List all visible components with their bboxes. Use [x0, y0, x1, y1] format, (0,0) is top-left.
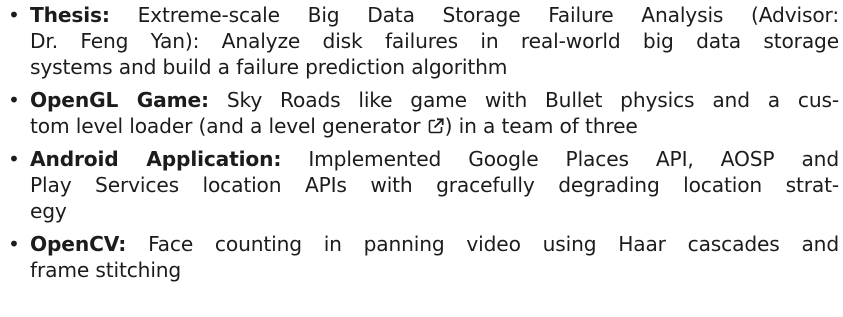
bullet: •: [8, 146, 20, 171]
item-text: Sky Roads like game with Bullet physics …: [226, 87, 839, 112]
project-list: • Thesis: Extreme-scale Big Data Storage…: [0, 2, 843, 289]
list-item-opengl-game: • OpenGL Game: Sky Roads like game with …: [0, 87, 843, 139]
list-item-android-application: • Android Application: Implemented Googl…: [0, 146, 843, 224]
item-term: OpenGL Game:: [30, 87, 209, 112]
item-term: Android Application:: [30, 146, 282, 171]
item-line: Dr. Feng Yan): Analyze disk failures in …: [30, 29, 839, 54]
item-line: Android Application: Implemented Google …: [30, 146, 839, 172]
item-line: egy: [30, 198, 67, 223]
list-item-opencv: • OpenCV: Face counting in panning video…: [0, 231, 843, 283]
item-text: ) in a team of three: [444, 113, 638, 138]
item-text: tom level loader (and a level generator: [30, 113, 421, 138]
item-line: frame stitching: [30, 257, 182, 282]
item-text: Extreme-scale Big Data Storage Failure A…: [137, 3, 840, 27]
bullet: •: [8, 87, 20, 112]
item-text: Implemented Google Places API, AOSP and: [308, 146, 839, 171]
item-text: Face counting in panning video using Haa…: [148, 231, 839, 256]
item-line: Play Services location APIs with gracefu…: [30, 172, 839, 197]
item-line: OpenCV: Face counting in panning video u…: [30, 231, 839, 257]
external-link-icon[interactable]: [427, 115, 445, 134]
item-line: tom level loader (and a level generator …: [30, 113, 839, 139]
item-term: Thesis:: [30, 3, 110, 27]
bullet: •: [8, 3, 20, 27]
list-item-thesis: • Thesis: Extreme-scale Big Data Storage…: [0, 2, 843, 80]
item-line: OpenGL Game: Sky Roads like game with Bu…: [30, 87, 839, 113]
item-line: systems and build a failure prediction a…: [30, 55, 508, 80]
item-term: OpenCV:: [30, 231, 127, 256]
item-line: Thesis: Extreme-scale Big Data Storage F…: [30, 2, 839, 28]
bullet: •: [8, 231, 20, 256]
